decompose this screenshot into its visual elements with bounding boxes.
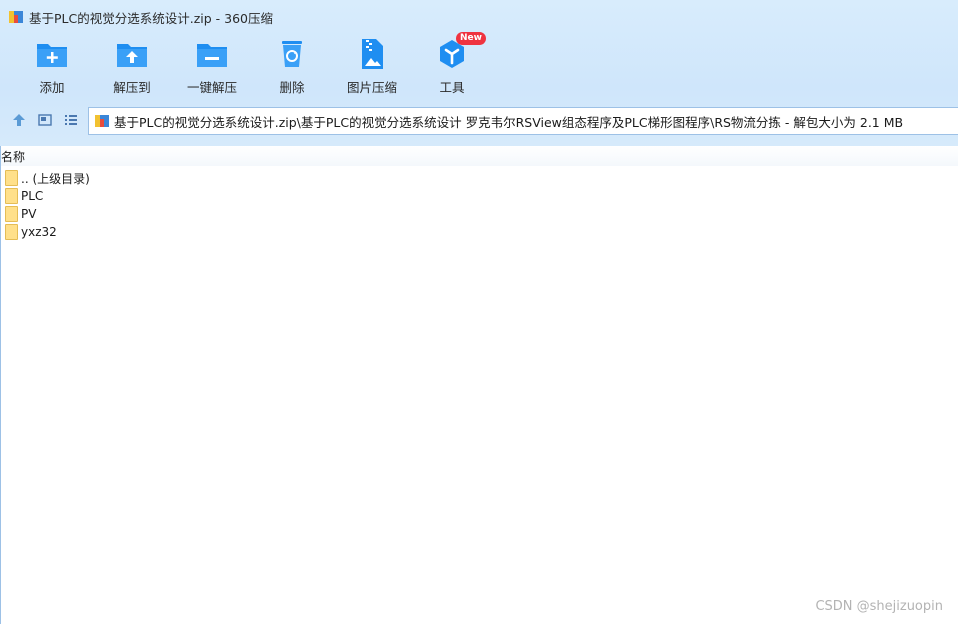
- column-header-name[interactable]: 名称: [0, 146, 958, 166]
- folder-icon: [5, 170, 18, 186]
- thumbnail-view-icon: [38, 114, 52, 126]
- watermark: CSDN @shejizuopin: [815, 599, 943, 614]
- add-label: 添加: [39, 80, 65, 95]
- navigation-bar: 基于PLC的视觉分选系统设计.zip\基于PLC的视觉分选系统设计 罗克韦尔RS…: [0, 107, 958, 135]
- file-name: yxz32: [21, 225, 57, 239]
- delete-button[interactable]: 删除: [252, 36, 332, 100]
- image-compress-button[interactable]: 图片压缩: [332, 36, 412, 100]
- thumbnail-view-button[interactable]: [36, 111, 54, 129]
- list-view-icon: [65, 115, 77, 125]
- folder-icon: [5, 206, 18, 222]
- file-name: PLC: [21, 189, 44, 203]
- add-folder-icon: [37, 44, 67, 67]
- up-arrow-icon: [13, 114, 25, 126]
- list-item-pv[interactable]: PV: [0, 205, 958, 223]
- list-item-plc[interactable]: PLC: [0, 187, 958, 205]
- tools-label: 工具: [439, 80, 465, 95]
- archive-app-icon: [9, 11, 23, 23]
- extract-to-label: 解压到: [113, 80, 151, 95]
- address-bar[interactable]: 基于PLC的视觉分选系统设计.zip\基于PLC的视觉分选系统设计 罗克韦尔RS…: [88, 107, 958, 135]
- list-item-parent-directory[interactable]: .. (上级目录): [0, 169, 958, 187]
- archive-file-icon: [95, 115, 109, 127]
- extract-to-button[interactable]: 解压到: [92, 36, 172, 100]
- new-badge: New: [456, 32, 486, 45]
- one-click-extract-button[interactable]: 一键解压: [172, 36, 252, 100]
- add-button[interactable]: 添加: [12, 36, 92, 100]
- list-item-yxz32[interactable]: yxz32: [0, 223, 958, 241]
- window-title: 基于PLC的视觉分选系统设计.zip - 360压缩: [29, 10, 273, 26]
- column-header-label: 名称: [1, 149, 26, 164]
- tools-button[interactable]: New 工具: [412, 32, 492, 100]
- folder-icon: [5, 224, 18, 240]
- one-click-extract-label: 一键解压: [186, 80, 237, 95]
- image-compress-label: 图片压缩: [346, 80, 397, 95]
- up-level-button[interactable]: [10, 111, 28, 129]
- one-click-extract-icon: [197, 44, 227, 67]
- file-name: PV: [21, 207, 37, 221]
- title-bar: 基于PLC的视觉分选系统设计.zip - 360压缩: [0, 0, 958, 34]
- file-list: .. (上级目录) PLC PV yxz32: [0, 169, 958, 241]
- image-compress-icon: [362, 39, 383, 69]
- delete-label: 删除: [279, 80, 305, 95]
- main-toolbar: 添加 解压到 一键解压 删除 图片压缩 New 工具: [0, 32, 958, 100]
- file-name: .. (上级目录): [21, 171, 90, 186]
- address-path: 基于PLC的视觉分选系统设计.zip\基于PLC的视觉分选系统设计 罗克韦尔RS…: [114, 114, 904, 130]
- folder-icon: [5, 188, 18, 204]
- extract-folder-icon: [117, 44, 147, 67]
- list-view-button[interactable]: [62, 111, 80, 129]
- recycle-bin-icon: [282, 41, 302, 67]
